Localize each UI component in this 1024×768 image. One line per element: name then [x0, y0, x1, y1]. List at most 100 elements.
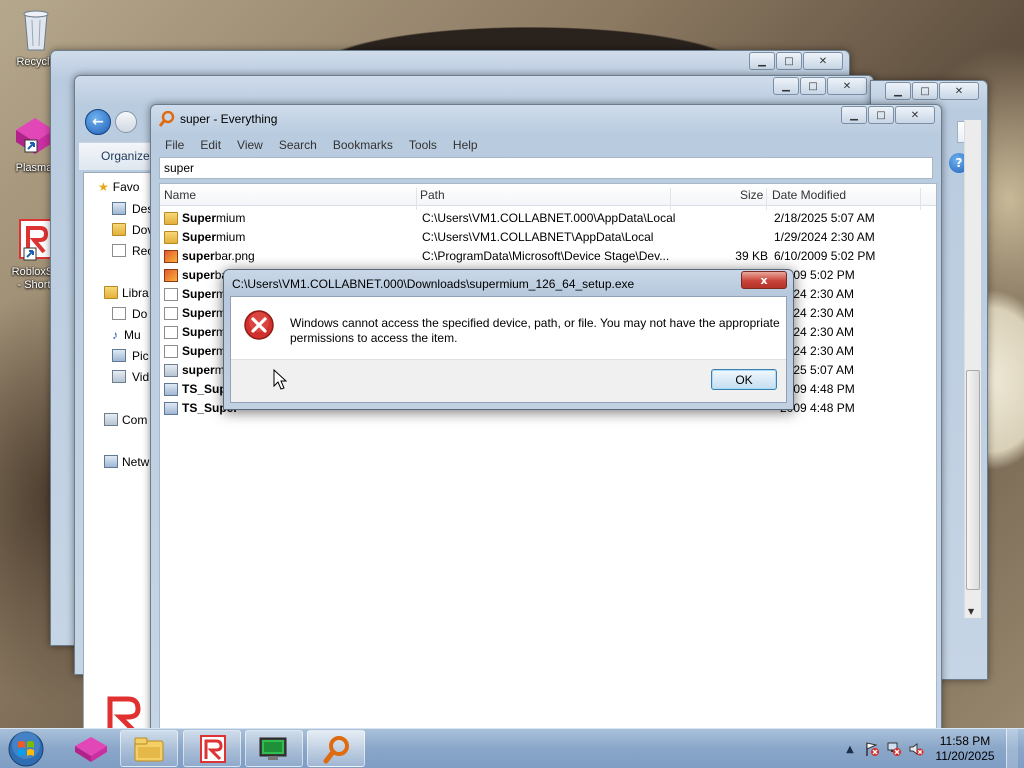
- system-file-icon: [164, 382, 178, 396]
- cell-name: superba: [164, 268, 228, 282]
- nav-item-music[interactable]: ♪ Mu: [112, 328, 141, 342]
- close-button[interactable]: ✕: [895, 106, 935, 124]
- nav-label: Libra: [122, 286, 149, 300]
- column-name-header[interactable]: Name: [164, 188, 196, 202]
- file-icon: [164, 306, 178, 320]
- back-arrow-icon[interactable]: ←: [85, 109, 111, 135]
- column-separator[interactable]: [416, 188, 417, 210]
- navigation-pane: ★ Favo Des Dov Rec Libra Do ♪ Mu Pic Vid C…: [83, 172, 158, 742]
- window-caption-buttons: ▁ □ ✕: [749, 52, 843, 70]
- nav-item-libraries[interactable]: Libra: [104, 286, 149, 300]
- everything-window[interactable]: super - Everything ▁ □ ✕ File Edit View …: [150, 104, 942, 736]
- close-button[interactable]: ✕: [939, 82, 979, 100]
- start-button[interactable]: [4, 731, 48, 767]
- column-separator[interactable]: [766, 188, 767, 210]
- menu-file[interactable]: File: [157, 135, 192, 155]
- organize-button[interactable]: Organize: [101, 149, 150, 163]
- name-match: Super: [182, 306, 217, 320]
- nav-item-computer[interactable]: Com: [104, 413, 147, 427]
- dialog-close-button[interactable]: x: [741, 271, 787, 289]
- maximize-button[interactable]: □: [776, 52, 802, 70]
- cell-date: 1/29/2024 2:30 AM: [774, 230, 875, 244]
- menu-edit[interactable]: Edit: [192, 135, 229, 155]
- maximize-button[interactable]: □: [912, 82, 938, 100]
- cell-name: Superm: [164, 325, 226, 339]
- show-hidden-icons-button[interactable]: ▲: [842, 741, 858, 757]
- window-title: super - Everything: [159, 111, 277, 127]
- column-separator[interactable]: [920, 188, 921, 210]
- name-rest: mium: [216, 211, 246, 225]
- clock-time: 11:58 PM: [939, 734, 991, 748]
- nav-label: Com: [122, 413, 148, 427]
- minimize-button[interactable]: ▁: [885, 82, 911, 100]
- scrollbar-thumb[interactable]: [966, 370, 980, 590]
- taskbar-roblox-studio[interactable]: [183, 730, 241, 767]
- ok-button[interactable]: OK: [711, 369, 777, 390]
- minimize-button[interactable]: ▁: [841, 106, 867, 124]
- nav-item-recent[interactable]: Rec: [112, 244, 153, 258]
- maximize-button[interactable]: □: [800, 77, 826, 95]
- nav-item-network[interactable]: Netw: [104, 455, 149, 469]
- explorer-toolbar: Organize: [79, 142, 153, 170]
- nav-item-videos[interactable]: Vid: [112, 370, 149, 384]
- table-row[interactable]: superbar.png C:\ProgramData\Microsoft\De…: [160, 247, 920, 266]
- nav-item-favorites[interactable]: ★ Favo: [98, 180, 139, 194]
- taskbar-explorer[interactable]: [120, 730, 178, 767]
- folder-icon: [112, 223, 126, 236]
- menu-search[interactable]: Search: [271, 135, 325, 155]
- nav-item-downloads[interactable]: Dov: [112, 223, 153, 237]
- maximize-button[interactable]: □: [868, 106, 894, 124]
- taskbar-everything[interactable]: [307, 730, 365, 767]
- cell-date: 2/18/2025 5:07 AM: [774, 211, 875, 225]
- library-icon: [104, 286, 118, 299]
- recycle-bin-icon: [16, 6, 56, 51]
- clock-date: 11/20/2025: [935, 749, 995, 763]
- cell-name: Superm: [164, 306, 226, 320]
- vertical-scrollbar[interactable]: ▼: [964, 120, 981, 618]
- show-desktop-button[interactable]: [1006, 729, 1018, 768]
- minimize-button[interactable]: ▁: [773, 77, 799, 95]
- close-button[interactable]: ✕: [803, 52, 843, 70]
- nav-item-pictures[interactable]: Pic: [112, 349, 149, 363]
- column-size-header[interactable]: Size: [740, 188, 763, 202]
- error-dialog[interactable]: C:\Users\VM1.COLLABNET.000\Downloads\sup…: [223, 269, 794, 410]
- search-input[interactable]: super: [159, 157, 933, 179]
- action-center-flag-icon[interactable]: [864, 741, 880, 757]
- everything-magnifier-icon: [159, 111, 175, 127]
- scroll-down-arrow-icon[interactable]: ▼: [968, 607, 974, 616]
- taskbar-system-app[interactable]: [245, 730, 303, 767]
- menu-view[interactable]: View: [229, 135, 271, 155]
- file-icon: [164, 325, 178, 339]
- forward-arrow-icon[interactable]: [115, 111, 137, 133]
- name-match: Super: [182, 287, 217, 301]
- nav-item-documents[interactable]: Do: [112, 307, 147, 321]
- nav-item-desktop[interactable]: Des: [112, 202, 153, 216]
- window-caption-buttons: ▁ □ ✕: [841, 106, 935, 124]
- column-date-header[interactable]: Date Modified: [772, 188, 846, 202]
- name-match: super: [182, 268, 215, 282]
- taskbar: ▲ 11:58 PM 11/20/2025: [0, 728, 1024, 768]
- table-row[interactable]: Supermium C:\Users\VM1.COLLABNET\AppData…: [160, 228, 920, 247]
- menu-tools[interactable]: Tools: [401, 135, 445, 155]
- cell-size: 39 KB: [735, 249, 768, 263]
- nav-label: Mu: [124, 328, 141, 342]
- table-row[interactable]: Supermium C:\Users\VM1.COLLABNET.000\App…: [160, 209, 920, 228]
- close-button[interactable]: ✕: [827, 77, 867, 95]
- column-separator[interactable]: [670, 188, 671, 210]
- column-path-header[interactable]: Path: [420, 188, 445, 202]
- image-file-icon: [164, 249, 178, 263]
- cell-path: C:\Users\VM1.COLLABNET\AppData\Local: [422, 230, 654, 244]
- network-disconnected-icon[interactable]: [886, 741, 902, 757]
- column-header: Name Path Size Date Modified: [160, 184, 936, 210]
- taskbar-clock[interactable]: 11:58 PM 11/20/2025: [930, 734, 1000, 764]
- roblox-studio-icon: [14, 218, 54, 261]
- videos-icon: [112, 370, 126, 383]
- name-match: Super: [182, 344, 217, 358]
- minimize-button[interactable]: ▁: [749, 52, 775, 70]
- menu-help[interactable]: Help: [445, 135, 486, 155]
- volume-muted-icon[interactable]: [908, 741, 924, 757]
- taskbar-plasma[interactable]: [62, 730, 120, 767]
- results-list: Name Path Size Date Modified Supermium C…: [159, 183, 937, 731]
- menu-bookmarks[interactable]: Bookmarks: [325, 135, 401, 155]
- executable-file-icon: [164, 363, 178, 377]
